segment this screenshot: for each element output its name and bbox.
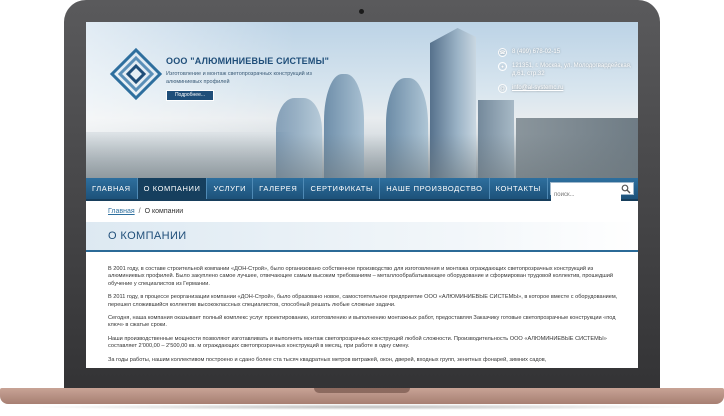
search-box [550,182,634,201]
article-paragraph: В 2001 году, в составе строительной комп… [108,266,614,287]
nav-item-production[interactable]: НАШЕ ПРОИЗВОДСТВО [380,178,490,199]
breadcrumb-separator: / [138,208,141,215]
mail-icon: @ [498,84,507,93]
email-link[interactable]: info@al-systemc.ru [512,85,563,91]
company-logo[interactable] [108,46,164,102]
phone-row: ☎ 8 (499) 678-02-15 [498,48,634,57]
breadcrumb-home-link[interactable]: Главная [108,208,135,215]
article-paragraph: Наши производственные мощности позволяют… [108,335,607,350]
page-title-bar: О КОМПАНИИ [86,222,638,252]
laptop-shadow [20,404,704,410]
search-input[interactable] [551,189,621,201]
search-icon[interactable] [621,184,631,194]
header-banner: ООО "АЛЮМИНИЕВЫЕ СИСТЕМЫ" Изготовление и… [86,22,638,178]
nav-item-contacts[interactable]: КОНТАКТЫ [490,178,548,199]
nav-item-gallery[interactable]: ГАЛЕРЕЯ [253,178,305,199]
phone-icon: ☎ [498,48,507,57]
address-text: 121351, г. Москва, ул. Молодогвардейская… [512,63,632,77]
address-row: ● 121351, г. Москва, ул. Молодогвардейск… [498,62,634,78]
company-name: ООО "АЛЮМИНИЕВЫЕ СИСТЕМЫ" [166,56,330,66]
nav-item-services[interactable]: УСЛУГИ [207,178,254,199]
nav-item-home[interactable]: ГЛАВНАЯ [86,178,138,199]
laptop-notch [314,388,410,393]
laptop-screen: ООО "АЛЮМИНИЕВЫЕ СИСТЕМЫ" Изготовление и… [86,22,638,368]
phone-text: 8 (499) 678-02-15 [512,49,561,55]
company-description: Изготовление и монтаж светопрозрачных ко… [166,71,312,85]
breadcrumb: Главная / О компании [108,208,183,215]
main-nav: ГЛАВНАЯ О КОМПАНИИ УСЛУГИ ГАЛЕРЕЯ СЕРТИФ… [86,178,638,201]
location-icon: ● [498,62,507,71]
more-button[interactable]: Подробнее... [166,90,214,101]
email-row: @ info@al-systemc.ru [498,84,634,93]
laptop-camera [359,9,364,14]
nav-item-about[interactable]: О КОМПАНИИ [137,178,208,199]
page-title: О КОМПАНИИ [108,230,187,242]
cityscape [86,134,638,178]
article-paragraph: Сегодня, наша компания оказывает полный … [108,315,616,329]
contacts-block: ☎ 8 (499) 678-02-15 ● 121351, г. Москва,… [498,48,634,98]
article-paragraph: За годы работы, нашим коллективом постро… [108,356,547,363]
nav-item-certificates[interactable]: СЕРТИФИКАТЫ [304,178,381,199]
article-paragraph: В 2011 году, в процессе реорганизации ко… [108,294,618,308]
breadcrumb-current: О компании [144,208,184,215]
article-body: В 2001 году, в составе строительной комп… [108,266,628,368]
